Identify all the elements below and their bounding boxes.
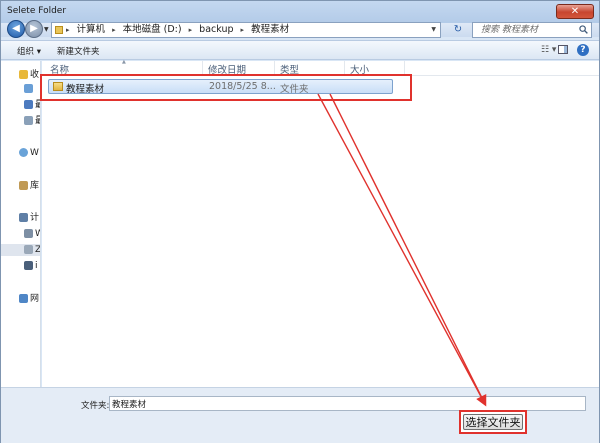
select-folder-button[interactable]: 选择文件夹 <box>463 414 523 430</box>
sidebar-item-recent-places[interactable]: 最 <box>1 115 40 127</box>
forward-button[interactable]: ▶ <box>25 20 43 38</box>
navigation-pane: 收 最 最 W 库 计 W Z <box>1 61 41 387</box>
breadcrumb-computer[interactable]: 计算机 <box>77 24 106 35</box>
organize-button[interactable]: 组织 ▾ <box>17 45 41 57</box>
drive-icon <box>24 229 33 238</box>
drive-icon <box>24 245 33 254</box>
computer-icon <box>19 213 28 222</box>
sidebar-item-label: 最 <box>35 115 40 127</box>
preview-pane-icon[interactable] <box>558 45 568 54</box>
breadcrumb-path: ▸ 计算机 ▸ 本地磁盘 (D:) ▸ backup ▸ 教程素材 <box>66 23 293 37</box>
sidebar-item-favorites[interactable]: 收 <box>1 69 40 81</box>
cloud-icon <box>19 148 28 157</box>
address-bar: ◀ ▶ ▼ ▸ 计算机 ▸ 本地磁盘 (D:) ▸ backup ▸ 教程素材 … <box>1 20 599 38</box>
sidebar-item-label: i <box>35 261 38 271</box>
search-input[interactable] <box>473 23 577 37</box>
sidebar-item-drive-i[interactable]: i <box>1 260 40 272</box>
folder-icon <box>55 26 63 34</box>
breadcrumb-current-folder[interactable]: 教程素材 <box>251 24 289 35</box>
folder-field-label: 文件夹: <box>81 401 110 411</box>
recent-places-icon <box>24 116 33 125</box>
breadcrumb-separator[interactable]: ▸ <box>66 26 70 34</box>
refresh-button[interactable]: ↻ <box>447 23 469 37</box>
recent-pages-chevron-icon[interactable]: ▼ <box>44 23 49 37</box>
download-icon <box>24 100 33 109</box>
sidebar-item-label: Z <box>35 245 41 255</box>
folder-name-field[interactable] <box>109 396 586 411</box>
window-title: Selete Folder <box>7 6 67 16</box>
select-folder-dialog: Selete Folder ✕ ◀ ▶ ▼ ▸ 计算机 ▸ 本地磁盘 (D:) … <box>0 0 600 443</box>
sidebar-item-network[interactable]: 网 <box>1 293 40 305</box>
libraries-icon <box>19 181 28 190</box>
sidebar-item-libraries[interactable]: 库 <box>1 180 40 192</box>
sidebar-item-downloads[interactable]: 最 <box>1 99 40 111</box>
sidebar-item-label: W <box>35 228 40 240</box>
sidebar-item-cloud[interactable]: W <box>1 147 40 159</box>
breadcrumb-separator[interactable]: ▸ <box>112 26 116 34</box>
annotation-highlight-box <box>40 74 412 101</box>
sidebar-item-drive-z[interactable]: Z <box>1 244 41 256</box>
sidebar-item-label: 网 <box>30 294 40 304</box>
favorites-star-icon <box>19 70 28 79</box>
select-folder-button-highlight: 选择文件夹 <box>459 410 527 434</box>
sidebar-item-label: 收 <box>30 70 40 80</box>
breadcrumb-separator[interactable]: ▸ <box>189 26 193 34</box>
sidebar-item-label: W <box>30 148 39 158</box>
search-box[interactable] <box>472 22 592 38</box>
network-icon <box>19 294 28 303</box>
new-folder-button[interactable]: 新建文件夹 <box>57 45 100 57</box>
sidebar-item-desktop[interactable] <box>1 83 40 95</box>
sidebar-item-computer[interactable]: 计 <box>1 212 40 224</box>
breadcrumb[interactable]: ▸ 计算机 ▸ 本地磁盘 (D:) ▸ backup ▸ 教程素材 ▼ <box>51 22 441 38</box>
search-icon[interactable] <box>579 25 588 34</box>
drive-icon <box>24 261 33 270</box>
desktop-icon <box>24 84 33 93</box>
file-list: ▲ 名称 修改日期 类型 大小 教程素材 2018/5/25 8... 文件夹 <box>42 59 599 387</box>
breadcrumb-separator[interactable]: ▸ <box>241 26 245 34</box>
view-options-icon[interactable]: ☷ ▾ <box>541 45 556 55</box>
help-button[interactable]: ? <box>577 44 589 56</box>
back-button[interactable]: ◀ <box>7 20 25 38</box>
sort-arrow-icon: ▲ <box>122 59 126 65</box>
sidebar-item-drive-w[interactable]: W <box>1 228 40 240</box>
breadcrumb-backup[interactable]: backup <box>199 24 233 35</box>
toolbar: 组织 ▾ 新建文件夹 ☷ ▾ ? <box>1 40 599 60</box>
close-button[interactable]: ✕ <box>556 4 594 19</box>
sidebar-item-label: 库 <box>30 181 40 191</box>
address-dropdown-chevron-icon[interactable]: ▼ <box>431 23 436 37</box>
breadcrumb-drive-d[interactable]: 本地磁盘 (D:) <box>123 24 182 35</box>
title-bar: Selete Folder ✕ <box>1 1 599 23</box>
sidebar-item-label: 计 <box>30 213 40 223</box>
